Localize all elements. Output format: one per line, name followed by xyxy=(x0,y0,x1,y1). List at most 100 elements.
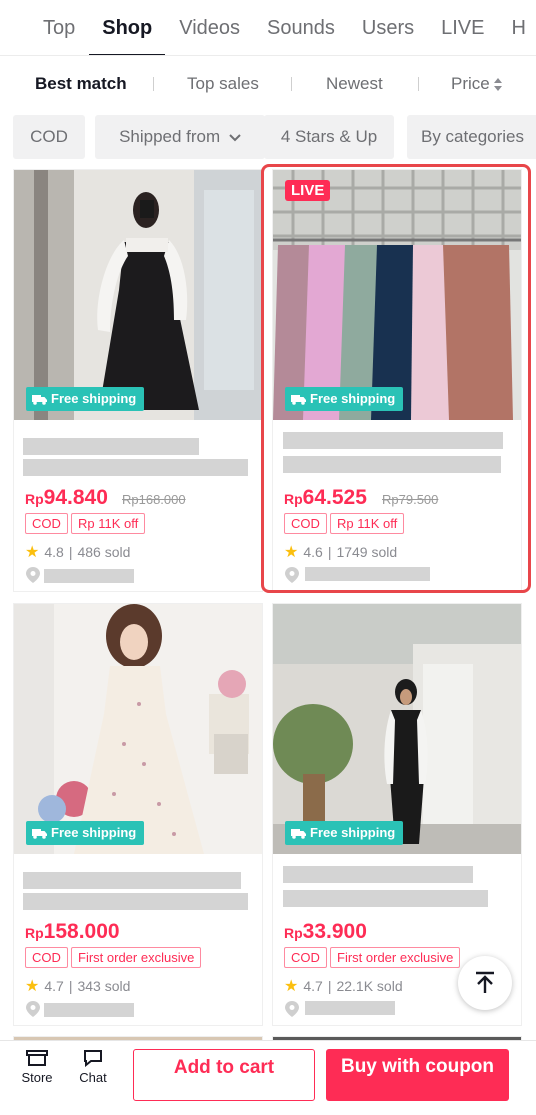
first-order-tag: First order exclusive xyxy=(71,947,202,968)
free-shipping-badge: Free shipping xyxy=(285,821,404,845)
rating-separator: | xyxy=(68,544,73,560)
redacted-location xyxy=(44,1003,134,1017)
sort-price[interactable]: Price xyxy=(451,74,502,94)
price-amount: 33.900 xyxy=(302,920,367,943)
redacted-title xyxy=(283,432,503,449)
redacted-title xyxy=(283,866,473,883)
original-price: Rp168.000 xyxy=(122,492,186,507)
original-price: Rp79.500 xyxy=(382,492,439,507)
location-pin-icon xyxy=(285,1001,299,1017)
cod-tag: COD xyxy=(284,513,327,534)
sort-top-sales[interactable]: Top sales xyxy=(187,74,259,94)
discount-tag: Rp 11K off xyxy=(71,513,146,534)
star-icon: ★ xyxy=(284,544,299,561)
tab-hashtags[interactable]: H xyxy=(511,0,525,55)
price-currency: Rp xyxy=(284,925,303,941)
redacted-title xyxy=(23,438,199,455)
sold-count: 343 sold xyxy=(77,978,131,994)
filter-shipped-from-label: Shipped from xyxy=(119,127,221,146)
product-price: Rp33.900 xyxy=(284,920,367,944)
sort-divider xyxy=(418,77,419,91)
truck-icon xyxy=(32,828,47,839)
redacted-title xyxy=(23,459,248,476)
free-shipping-label: Free shipping xyxy=(310,391,396,406)
sort-arrows-icon xyxy=(493,77,502,91)
sort-newest[interactable]: Newest xyxy=(326,74,383,94)
sort-divider xyxy=(153,77,154,91)
filter-chips: COD Shipped from 4 Stars & Up By categor… xyxy=(13,115,536,159)
tab-shop[interactable]: Shop xyxy=(89,0,166,55)
tab-users[interactable]: Users xyxy=(362,0,414,55)
truck-icon xyxy=(291,394,306,405)
store-label: Store xyxy=(21,1070,53,1085)
price-currency: Rp xyxy=(25,491,44,507)
redacted-title xyxy=(23,872,241,889)
free-shipping-label: Free shipping xyxy=(51,825,137,840)
product-card[interactable]: LIVE Free shipping Rp64.525 Rp79.500 COD… xyxy=(272,169,522,592)
sort-best-match[interactable]: Best match xyxy=(35,74,127,94)
filter-four-stars[interactable]: 4 Stars & Up xyxy=(264,115,394,159)
redacted-title xyxy=(23,893,248,910)
product-image xyxy=(273,170,521,420)
sold-count: 22.1K sold xyxy=(336,978,403,994)
product-price: Rp94.840 xyxy=(25,486,108,510)
truck-icon xyxy=(291,828,306,839)
product-price: Rp158.000 xyxy=(25,920,120,944)
store-button[interactable]: Store xyxy=(12,1049,62,1085)
sold-count: 486 sold xyxy=(77,544,131,560)
rating-value: 4.8 xyxy=(44,544,64,560)
price-currency: Rp xyxy=(25,925,44,941)
buy-with-coupon-button[interactable]: Buy with coupon xyxy=(326,1049,509,1101)
rating-value: 4.7 xyxy=(303,978,323,994)
rating-row: ★ 4.7 | 22.1K sold xyxy=(284,976,403,996)
redacted-location xyxy=(305,567,430,581)
free-shipping-badge: Free shipping xyxy=(26,387,145,411)
star-icon: ★ xyxy=(25,978,40,995)
rating-row: ★ 4.8 | 486 sold xyxy=(25,542,130,562)
sort-price-label: Price xyxy=(451,74,490,93)
location-pin-icon xyxy=(26,1001,40,1017)
tab-top[interactable]: Top xyxy=(43,0,75,55)
star-icon: ★ xyxy=(284,978,299,995)
price-currency: Rp xyxy=(284,491,303,507)
truck-icon xyxy=(32,394,47,405)
rating-value: 4.7 xyxy=(44,978,64,994)
add-to-cart-button[interactable]: Add to cart xyxy=(133,1049,315,1101)
rating-separator: | xyxy=(327,978,332,994)
sold-count: 1749 sold xyxy=(336,544,398,560)
search-result-tabs: Top Shop Videos Sounds Users LIVE H xyxy=(0,0,536,56)
tab-videos[interactable]: Videos xyxy=(179,0,240,55)
tab-sounds[interactable]: Sounds xyxy=(267,0,335,55)
chevron-down-icon xyxy=(229,134,241,142)
star-icon: ★ xyxy=(25,544,40,561)
product-price: Rp64.525 xyxy=(284,486,367,510)
price-amount: 64.525 xyxy=(302,486,367,509)
free-shipping-label: Free shipping xyxy=(310,825,396,840)
chat-label: Chat xyxy=(79,1070,107,1085)
price-amount: 94.840 xyxy=(43,486,108,509)
live-badge: LIVE xyxy=(285,180,331,201)
sort-bar: Best match Top sales Newest Price xyxy=(0,62,536,106)
filter-by-categories[interactable]: By categories xyxy=(407,115,536,159)
free-shipping-label: Free shipping xyxy=(51,391,137,406)
product-card[interactable]: Free shipping Rp94.840 Rp168.000 COD Rp … xyxy=(13,169,263,592)
cod-tag: COD xyxy=(25,513,68,534)
redacted-title xyxy=(283,456,501,473)
filter-cod[interactable]: COD xyxy=(13,115,85,159)
sort-divider xyxy=(291,77,292,91)
product-image xyxy=(273,604,521,854)
first-order-tag: First order exclusive xyxy=(330,947,461,968)
discount-tag: Rp 11K off xyxy=(330,513,405,534)
chat-icon xyxy=(84,1050,102,1068)
store-icon xyxy=(26,1050,48,1066)
filter-shipped-from[interactable]: Shipped from xyxy=(95,115,265,159)
rating-row: ★ 4.7 | 343 sold xyxy=(25,976,130,996)
chat-button[interactable]: Chat xyxy=(68,1049,118,1085)
redacted-location xyxy=(305,1001,395,1015)
product-card[interactable]: Free shipping Rp158.000 COD First order … xyxy=(13,603,263,1026)
bottom-action-bar: Store Chat Add to cart Buy with coupon xyxy=(0,1040,536,1115)
tab-live[interactable]: LIVE xyxy=(441,0,484,55)
back-to-top-button[interactable] xyxy=(458,956,512,1010)
cod-tag: COD xyxy=(25,947,68,968)
cod-tag: COD xyxy=(284,947,327,968)
